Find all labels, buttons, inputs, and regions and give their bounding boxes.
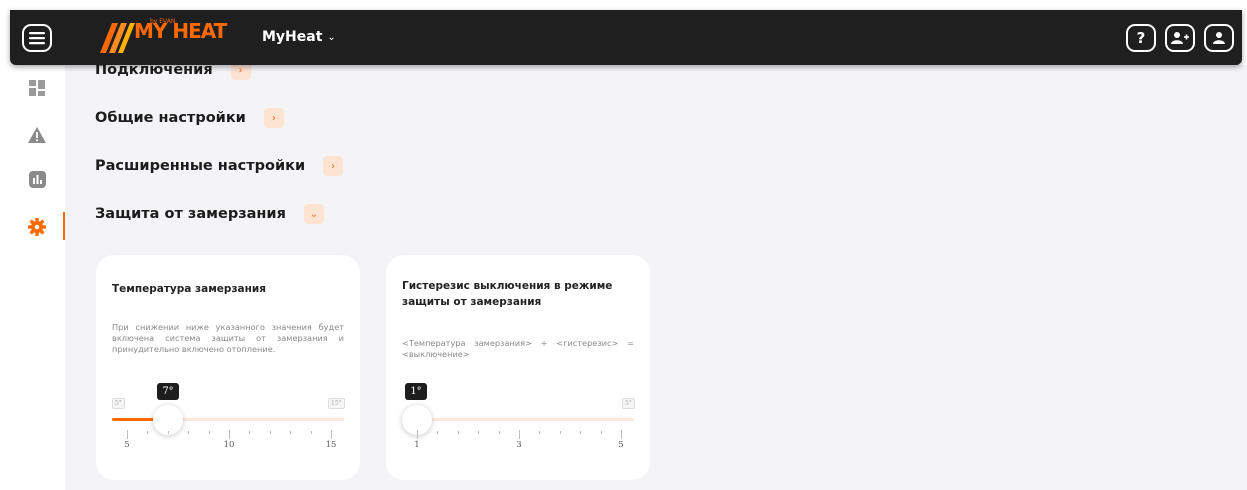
add-user-button[interactable] [1165,24,1195,52]
tick-label: 5 [124,440,130,450]
slider-value-badge: 7° [157,383,179,400]
slider-tick [539,431,541,434]
slider-tick [310,431,312,434]
card-description: <Температура замерзания> + <гистерезис> … [402,338,634,359]
section-title: Общие настройки [95,110,246,126]
gear-icon [28,218,46,236]
app-name: MyHeat [262,29,323,45]
slider-tick [417,430,418,439]
tick-label: 3 [516,440,522,450]
hysteresis-card: Гистерезис выключения в режиме защиты от… [386,255,650,480]
slider-max-label: 5° [622,398,635,409]
slider-max-label: 15° [328,398,345,409]
section-general-settings[interactable]: Общие настройки › [95,108,284,128]
slider-tick [147,431,149,434]
section-freeze-protection[interactable]: Защита от замерзания ⌄ [95,204,324,224]
slider-tick [269,431,271,434]
slider-tick [208,431,210,434]
slider-tick [621,430,622,439]
help-button[interactable]: ? [1126,24,1156,52]
slider-tick [437,431,439,434]
slider-track [402,418,634,421]
slider-value-badge: 1° [405,383,427,400]
chevron-right-icon[interactable]: › [230,65,251,80]
sidebar-item-dashboard[interactable] [27,78,47,98]
slider-tick [559,431,561,434]
slider-tick [188,431,190,434]
tick-label: 1 [414,440,420,450]
card-description: При снижении ниже указанного значения бу… [112,322,344,354]
freeze-temperature-card: Температура замерзания При снижении ниже… [96,255,360,480]
slider-tick [600,431,602,434]
section-title: Расширенные настройки [95,158,306,174]
stats-icon [28,170,46,188]
chevron-down-icon[interactable]: ⌄ [303,204,324,224]
slider-tick [519,430,520,439]
section-advanced-settings[interactable]: Расширенные настройки › [95,156,344,176]
app-selector[interactable]: MyHeat ⌄ [262,29,336,45]
slider-tick [580,431,582,434]
chevron-right-icon[interactable]: › [263,108,284,128]
sidebar-item-alerts[interactable] [27,125,47,145]
section-title: Подключения [95,65,213,78]
logo-text: MY HEAT [134,19,227,43]
sidebar [0,65,65,490]
slider-min-label: 5° [112,398,125,409]
section-title: Защита от замерзания [95,206,286,222]
tick-label: 15 [325,440,337,450]
dashboard-icon [29,80,45,96]
help-icon: ? [1136,29,1146,47]
warning-icon [28,127,46,143]
top-header: by EVAN MY HEAT MyHeat ⌄ ? [10,10,1242,65]
slider-tick [249,431,251,434]
menu-button[interactable] [22,24,52,52]
card-title: Гистерезис выключения в режиме защиты от… [402,280,613,308]
sidebar-item-settings[interactable] [27,217,47,237]
slider-tick [167,431,169,434]
tick-label: 10 [223,440,235,450]
slider-tick [478,431,480,434]
menu-icon [29,32,45,45]
add-user-icon [1171,32,1189,44]
sidebar-item-statistics[interactable] [27,169,47,189]
slider-tick [229,430,230,439]
card-title: Температура замерзания [112,283,266,295]
slider-tick [457,431,459,434]
section-connections[interactable]: Подключения › [95,65,251,80]
tick-label: 5 [618,440,624,450]
slider-tick [498,431,500,434]
slider-tick [290,431,292,434]
user-icon [1213,32,1225,44]
profile-button[interactable] [1204,24,1234,52]
chevron-right-icon[interactable]: › [323,156,344,176]
slider-tick [127,430,128,439]
slider-tick [331,430,332,439]
chevron-down-icon: ⌄ [327,31,336,43]
settings-content: Подключения › Общие настройки › Расширен… [65,65,1247,490]
